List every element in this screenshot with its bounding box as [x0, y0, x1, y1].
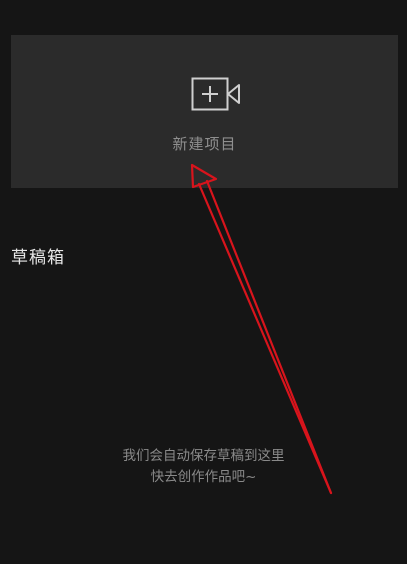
empty-hint-line-2: 快去创作作品吧~: [150, 469, 257, 485]
drafts-title: 草稿箱: [11, 248, 65, 268]
new-project-label: 新建项目: [172, 135, 237, 153]
empty-hint-line-1: 我们会自动保存草稿到这里: [122, 448, 285, 464]
app-screen: 新建项目 草稿箱 我们会自动保存草稿到这里 快去创作作品吧~: [0, 0, 407, 564]
new-project-button[interactable]: 新建项目: [11, 35, 398, 188]
drafts-empty-hint: 我们会自动保存草稿到这里 快去创作作品吧~: [0, 446, 407, 488]
video-add-icon: [191, 77, 240, 111]
